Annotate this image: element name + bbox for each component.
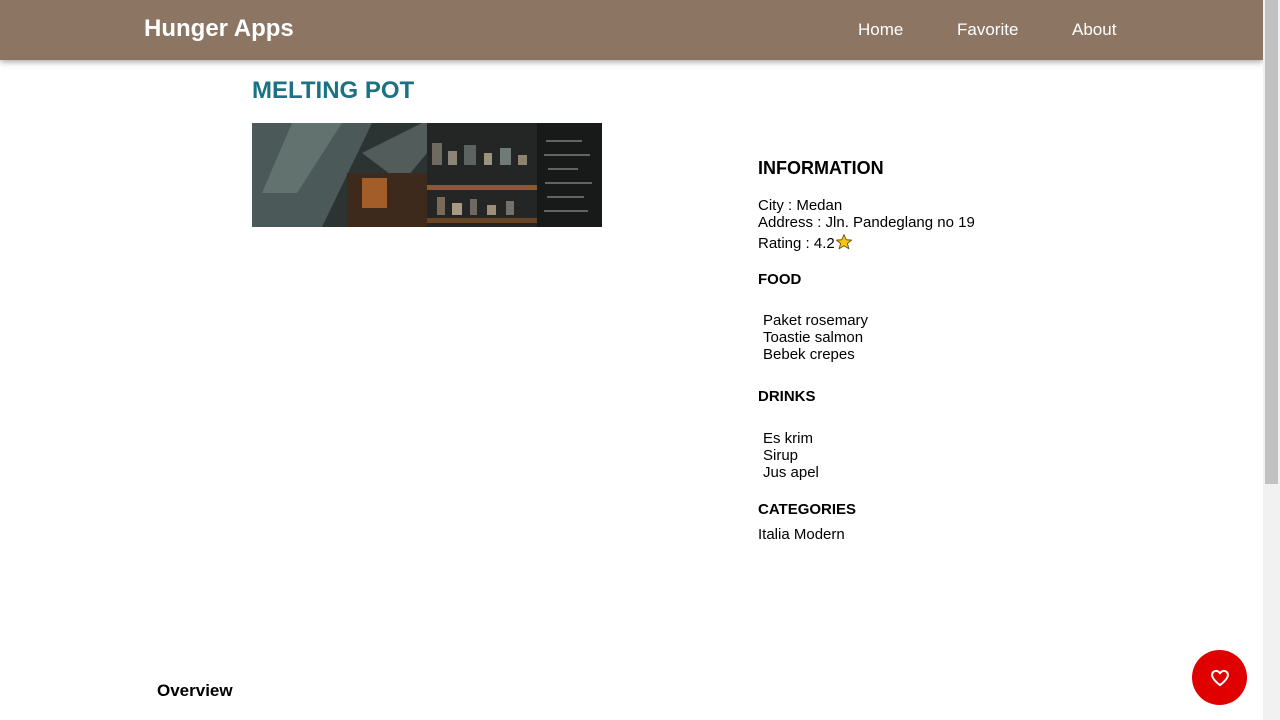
drink-item: Sirup (763, 447, 799, 464)
restaurant-photo-illustration (252, 123, 602, 227)
city-text: City : Medan (758, 197, 843, 214)
food-heading: FOOD (758, 271, 802, 288)
food-item: Bebek crepes (763, 346, 855, 363)
drinks-heading: DRINKS (758, 388, 816, 405)
drink-item: Jus apel (763, 464, 819, 481)
restaurant-name: MELTING POT (252, 77, 415, 104)
rating-text: Rating : 4.2 (758, 235, 835, 252)
nav-favorite-link[interactable]: Favorite (957, 20, 1018, 40)
scrollbar-thumb[interactable] (1265, 0, 1278, 484)
app-header: Hunger Apps Home Favorite About (0, 0, 1263, 60)
food-item: Paket rosemary (763, 312, 869, 329)
nav-about-link[interactable]: About (1072, 20, 1116, 40)
information-heading: INFORMATION (758, 158, 884, 178)
star-icon (835, 234, 852, 250)
categories-heading: CATEGORIES (758, 501, 857, 518)
heart-icon (1210, 669, 1229, 686)
favorite-button[interactable] (1192, 650, 1247, 705)
address-text: Address : Jln. Pandeglang no 19 (758, 214, 975, 231)
nav-home-link[interactable]: Home (858, 20, 903, 40)
rating-row: Rating : 4.2 (758, 233, 853, 252)
categories-text: Italia Modern (758, 526, 845, 543)
restaurant-image (252, 123, 602, 227)
brand-title[interactable]: Hunger Apps (144, 15, 294, 43)
drink-item: Es krim (763, 430, 813, 447)
page-scrollbar[interactable] (1263, 0, 1280, 720)
overview-heading: Overview (157, 681, 233, 700)
food-item: Toastie salmon (763, 329, 864, 346)
